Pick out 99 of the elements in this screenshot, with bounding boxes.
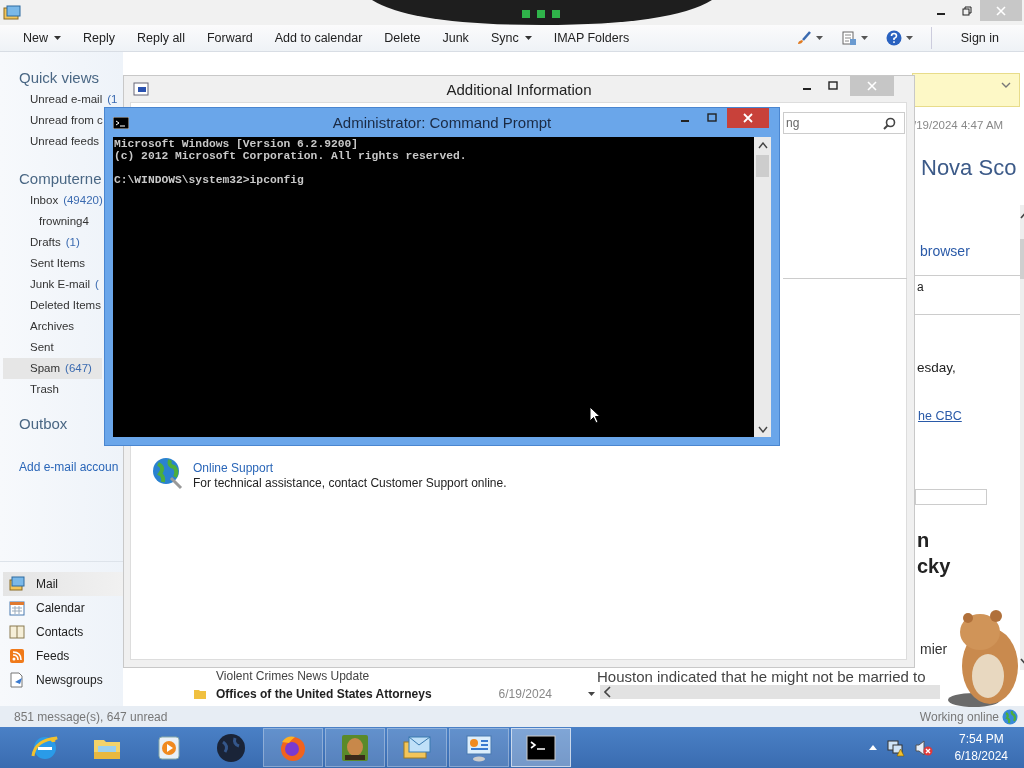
folder-item[interactable]: Drafts (1) [30,235,80,250]
section-heading: Quick views [19,69,100,87]
console-line: Microsoft Windows [Version 6.2.9200] [114,138,359,150]
calendar-icon [9,600,25,616]
brush-icon [795,30,812,46]
message-text: a [917,280,925,294]
message-text: esday, [917,360,957,375]
toolbar-button[interactable]: Junk [431,27,480,49]
caret-icon [588,692,595,696]
caret-icon [54,36,61,40]
window-title: Administrator: Command Prompt [332,114,552,131]
close-button[interactable] [727,108,769,128]
network-warning-icon[interactable] [886,738,905,757]
globe-icon [215,731,247,764]
mail-icon [9,576,25,592]
toolbar-button[interactable]: Forward [195,27,264,49]
browser-link[interactable]: browser [920,243,970,259]
account-heading[interactable]: Computerne [19,170,102,188]
close-icon [867,81,877,91]
caret-icon [905,36,913,40]
caret-icon [524,36,532,40]
message-row[interactable]: Offices of the United States Attorneys 6/19/2024 [123,684,595,704]
close-icon [743,113,753,123]
caret-icon [815,36,823,40]
console-icon [113,116,129,129]
minimize-icon [680,120,689,122]
caret-icon [860,36,868,40]
maximize-icon [706,113,717,123]
folder-item[interactable]: Spam (647) [3,358,102,379]
connection-status: Working online [919,709,999,724]
search-icon[interactable] [883,116,896,130]
quick-view-item[interactable]: Unread e-mail (1 [30,92,118,107]
app-icon [3,4,21,21]
nav-item[interactable]: Calendar [0,596,123,620]
clock[interactable]: 7:54 PM 6/18/2024 [954,730,1008,765]
toolbar-button[interactable]: Add to calendar [263,27,374,49]
rss-icon [9,648,25,664]
book-icon [9,624,25,640]
toolbar-button[interactable]: New [12,27,72,49]
window-icon [133,82,149,96]
taskbar-app[interactable] [511,728,571,767]
message-date: /19/2024 4:47 AM [913,119,1005,131]
nav-item[interactable]: Mail [3,572,123,596]
outbox-item[interactable]: Outbox [19,415,68,433]
chevron-up-icon[interactable] [757,142,768,149]
quick-view-item[interactable]: Unread from c [30,113,103,128]
minimize-icon [803,88,811,90]
sign-in-button[interactable]: Sign in [949,27,1010,49]
help-icon [885,30,902,46]
document-icon [840,30,857,46]
chevron-down-icon[interactable] [757,426,768,433]
add-account-link[interactable]: Add e-mail accoun [19,457,119,478]
folder-item[interactable]: Deleted Items [30,298,101,313]
toolbar-button[interactable]: IMAP Folders [542,27,641,49]
folder-item[interactable]: Archives [30,319,75,334]
message-text: mier [920,641,949,657]
newsgroup-icon [9,672,25,688]
quick-view-item[interactable]: Unread feeds [30,134,100,149]
online-support-link[interactable]: Online Support [193,461,274,476]
message-title: Nova Sco [921,155,1018,181]
toolbar-button[interactable]: Delete [373,27,432,49]
folder-item[interactable]: Sent [30,340,54,355]
horizontal-scrollbar[interactable] [600,685,940,699]
nav-item[interactable]: Feeds [0,644,123,668]
support-description: For technical assistance, contact Customer Support online. [193,476,507,491]
toolbar-button[interactable]: Reply all [126,27,196,49]
toolbar-button[interactable]: Sync [479,27,543,49]
search-field[interactable]: ng [783,112,905,134]
window-title: Additional Information [446,80,592,98]
vertical-scrollbar[interactable] [754,137,771,437]
globe-icon [1002,708,1018,725]
article-heading: n cky [917,528,952,579]
restore-icon [962,5,972,16]
globe-icon [151,456,185,490]
folder-item[interactable]: frowning4 [39,214,89,229]
folder-item[interactable]: Trash [30,382,59,397]
chevron-icon[interactable] [1001,82,1011,88]
show-hidden-icon[interactable] [868,745,877,750]
muted-speaker-icon[interactable] [914,738,933,757]
nav-item[interactable]: Newsgroups [0,668,123,692]
toolbar-button[interactable]: Reply [72,27,126,49]
taskbar-app[interactable] [325,728,385,767]
folder-item[interactable]: Junk E-mail ( [30,277,99,292]
article-link[interactable]: he CBC [918,409,962,423]
scroll-thumb[interactable] [756,155,769,177]
minimize-icon [937,12,945,15]
folder-item[interactable]: Sent Items [30,256,85,271]
message-preview: Violent Crimes News Update [215,668,371,684]
status-text: 851 message(s), 647 unread [14,709,168,724]
nav-item[interactable]: Contacts [0,620,123,644]
message-text: Houston indicated that he might not be married to [597,669,926,685]
console-line: (c) 2012 Microsoft Corporation. All rights reserved. [114,150,467,162]
mouse-pointer-icon [589,406,601,424]
close-icon [996,5,1006,16]
folder-icon [194,689,206,699]
folder-item[interactable]: Inbox (49420) [30,193,103,208]
console-line: C:\WINDOWS\system32>ipconfig [114,174,304,186]
maximize-icon [828,81,838,91]
chevron-left-icon[interactable] [604,686,612,698]
